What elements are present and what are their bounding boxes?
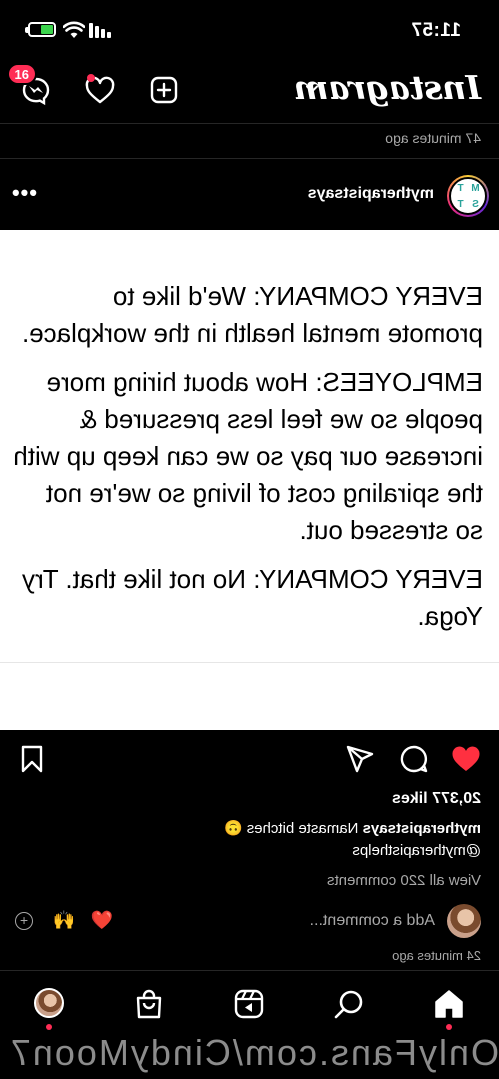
post-paragraph: EVERY COMPANY: No not like that. Try Yog… [22,564,483,631]
post-time-ago: 24 minutes ago [392,948,481,963]
activity-dot [87,74,95,82]
quick-emoji-raised-hands[interactable]: 🙌 [53,910,75,931]
create-post-icon[interactable] [149,75,179,105]
avatar-letter: T [457,199,464,210]
status-time: 11:57 [410,20,461,41]
home-icon[interactable] [433,988,465,1020]
avatar-letter: M [471,183,480,194]
profile-avatar[interactable] [34,988,64,1018]
watermark: OnlyFans.com/CindyMoon7 [8,1032,499,1073]
previous-post-time: 47 minutes ago [385,130,481,146]
profile-dot [46,1024,52,1030]
bookmark-icon[interactable] [17,744,47,774]
share-icon[interactable] [345,744,375,774]
battery-icon [25,22,56,37]
notification-count: 16 [14,66,30,82]
search-icon[interactable] [333,988,365,1020]
post-caption: mytherapistsays Namaste bitches 🙃 @mythe… [11,818,481,862]
shop-icon[interactable] [133,988,165,1020]
notification-badge: 16 [7,63,37,85]
post-avatar[interactable]: M T S T [447,175,489,217]
caption-text: Namaste bitches 🙃 [223,820,359,837]
quick-emoji-heart[interactable]: ❤️ [91,910,113,931]
post-divider [0,158,499,159]
post-username[interactable]: mytherapistsays [308,185,434,203]
liked-heart-icon[interactable] [451,744,481,774]
chevron-down-icon[interactable] [305,82,319,96]
caption-mention[interactable]: @mytherapisthelps [352,842,481,859]
home-active-dot [446,1024,452,1030]
signal-icon [89,22,111,38]
more-options-icon[interactable]: ••• [11,180,37,206]
image-divider [0,662,499,663]
post-text: EVERY COMPANY: We'd like to promote ment… [13,278,483,647]
header-divider [0,123,499,124]
wifi-icon [63,21,85,38]
add-emoji-icon[interactable]: + [15,912,33,930]
avatar-letter: T [457,183,464,194]
likes-count[interactable]: 20,377 likes [392,790,481,808]
post-image[interactable]: EVERY COMPANY: We'd like to promote ment… [0,230,499,730]
comment-icon[interactable] [399,744,429,774]
avatar-letter: S [472,199,479,210]
add-comment-input[interactable]: Add a comment... [310,912,435,930]
caption-username[interactable]: mytherapistsays [363,820,481,837]
user-avatar [447,904,481,938]
instagram-logo[interactable]: Instagram [294,68,481,107]
reels-icon[interactable] [233,988,265,1020]
post-paragraph: EMPLOYEES: How about hiring more people … [13,367,483,545]
post-paragraph: EVERY COMPANY: We'd like to promote ment… [21,281,483,348]
view-all-comments[interactable]: View all 220 comments [327,872,481,889]
instagram-feed-screen: 11:57 Instagram 16 47 minutes ago M T S [0,0,499,1079]
